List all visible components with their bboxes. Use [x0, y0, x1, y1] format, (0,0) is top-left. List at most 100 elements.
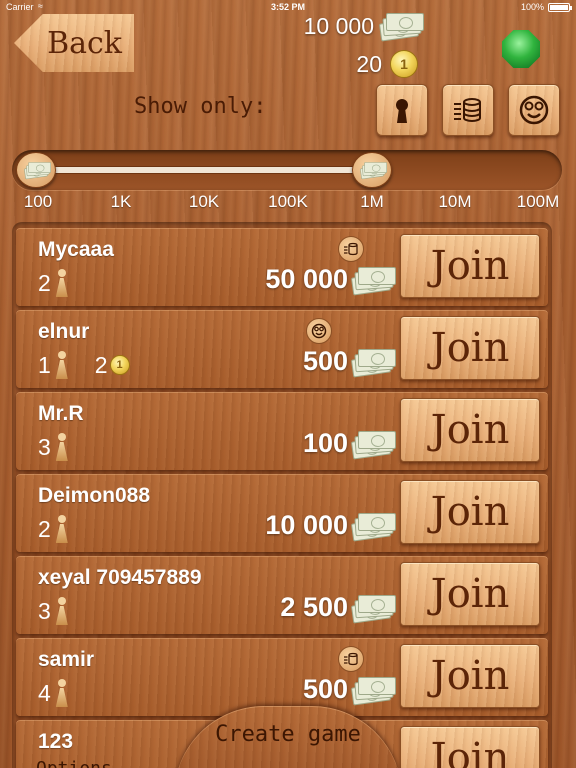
stake-range-slider[interactable]	[12, 150, 562, 190]
host-name: Deimon088	[38, 484, 151, 507]
tick-label: 10K	[188, 192, 220, 211]
host-name: samir	[38, 648, 95, 671]
host-name: Mr.R	[38, 402, 84, 425]
banknotes-icon	[350, 594, 396, 624]
host-name: Mycaaa	[38, 238, 114, 261]
pawn-icon	[55, 433, 69, 461]
banknotes-icon	[350, 512, 396, 542]
player-count: 1 2 1	[38, 350, 130, 380]
options-button[interactable]: Options	[36, 758, 112, 768]
bet-value: 2 500	[280, 592, 348, 622]
player-count-value: 2	[38, 515, 51, 542]
player-count-value: 1	[38, 351, 51, 378]
filter-private-button[interactable]	[376, 84, 428, 136]
coin-requirement-value: 2	[94, 351, 108, 378]
bet-value: 500	[302, 346, 348, 376]
join-button-label: Join	[430, 735, 510, 768]
join-button[interactable]: Join	[400, 480, 540, 544]
player-count: 2	[38, 514, 69, 544]
banknotes-icon	[23, 162, 51, 180]
player-count-value: 2	[38, 269, 51, 296]
game-row[interactable]: samir 4 500 Join	[16, 638, 548, 716]
coin-stack-icon	[454, 98, 481, 122]
back-button[interactable]: Back	[14, 14, 134, 72]
join-button[interactable]: Join	[400, 316, 540, 380]
battery-icon	[548, 3, 572, 12]
host-name: xeyal 709457889	[38, 566, 202, 589]
pawn-icon	[55, 351, 69, 379]
bet-value: 500	[302, 674, 348, 704]
bet-amount: 100	[303, 428, 396, 460]
host-name: 123	[38, 730, 74, 753]
slider-max-handle[interactable]	[352, 152, 392, 188]
gold-coin-icon: 1	[109, 355, 130, 375]
show-only-label: Show only:	[134, 94, 267, 119]
slider-selected-range	[50, 167, 388, 173]
tick-label: 100M	[516, 192, 560, 211]
banknotes-icon	[359, 162, 387, 180]
slider-tick-labels: 100 1K 10K 100K 1M 10M 100M	[0, 190, 576, 212]
tick-label: 1K	[110, 192, 132, 211]
player-count-value: 4	[38, 679, 51, 706]
pawn-icon	[55, 679, 69, 707]
tick-label: 100	[23, 192, 53, 211]
money-balance: 10 000	[304, 10, 424, 42]
money-amount: 10 000	[303, 12, 374, 39]
player-count: 4	[38, 678, 69, 708]
bet-amount: 500	[302, 674, 396, 706]
filter-coins-button[interactable]	[442, 84, 494, 136]
banknotes-icon	[350, 430, 396, 460]
join-button-label: Join	[430, 325, 510, 371]
player-count-value: 3	[38, 597, 51, 624]
emerald-gem-icon[interactable]	[502, 30, 540, 68]
banknotes-icon	[350, 348, 396, 378]
status-bar: Carrier ≈ 3:52 PM 100%	[0, 0, 576, 14]
smiley-icon	[519, 95, 549, 125]
battery-percent: 100%	[520, 2, 544, 12]
game-row[interactable]: xeyal 709457889 3 2 500 Join	[16, 556, 548, 634]
slider-min-handle[interactable]	[16, 152, 56, 188]
bet-amount: 10 000	[265, 510, 396, 542]
gold-coin-icon: 1	[390, 50, 418, 78]
tick-label: 10M	[438, 192, 472, 211]
bet-amount: 50 000	[265, 264, 396, 296]
coins-balance: 20 1	[356, 48, 418, 80]
game-row[interactable]: Deimon088 2 10 000 Join	[16, 474, 548, 552]
join-button[interactable]: Join	[400, 234, 540, 298]
bet-amount: 2 500	[280, 592, 396, 624]
pawn-icon	[55, 597, 69, 625]
join-button-label: Join	[430, 243, 510, 289]
pawn-icon	[55, 269, 69, 297]
join-button-label: Join	[430, 407, 510, 453]
join-button[interactable]: Join	[400, 398, 540, 462]
coin-requirement: 2 1	[95, 352, 130, 379]
clock: 3:52 PM	[270, 2, 305, 12]
coins-amount: 20	[356, 50, 382, 77]
host-name: elnur	[38, 320, 90, 343]
smiley-icon	[306, 318, 332, 344]
banknotes-icon	[378, 13, 424, 42]
bet-value: 50 000	[265, 264, 348, 294]
banknotes-icon	[350, 676, 396, 706]
player-count-value: 3	[38, 433, 51, 460]
join-button[interactable]: Join	[400, 644, 540, 708]
tick-label: 100K	[268, 192, 308, 211]
banknotes-icon	[350, 266, 396, 296]
back-button-label: Back	[47, 25, 122, 61]
filter-friendly-button[interactable]	[508, 84, 560, 136]
player-count: 3	[38, 432, 69, 462]
tick-label: 1M	[360, 192, 384, 211]
join-button[interactable]: Join	[400, 562, 540, 626]
coin-stack-icon	[338, 646, 364, 672]
join-button-label: Join	[430, 571, 510, 617]
bet-value: 10 000	[265, 510, 348, 540]
player-count: 3	[38, 596, 69, 626]
game-row[interactable]: Mycaaa 2 50 000 Join	[16, 228, 548, 306]
games-list[interactable]: Mycaaa 2 50 000 Join elnur 1 2 1 500 Joi…	[12, 222, 552, 768]
join-button[interactable]: Join	[400, 726, 540, 768]
keyhole-icon	[396, 99, 408, 123]
game-row[interactable]: Mr.R 3 100 Join	[16, 392, 548, 470]
join-button-label: Join	[430, 653, 510, 699]
bet-amount: 500	[302, 346, 396, 378]
game-row[interactable]: elnur 1 2 1 500 Join	[16, 310, 548, 388]
